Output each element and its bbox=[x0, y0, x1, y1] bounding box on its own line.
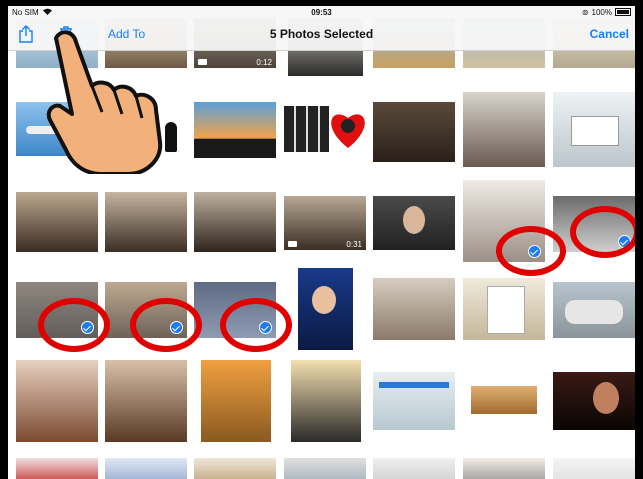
ipad-screen: 0:12 0:31 No SIM 09:53 ⊚ 100% Add To 5 P… bbox=[8, 6, 635, 479]
photo-thumbnail[interactable] bbox=[105, 360, 187, 442]
pointing-hand-icon bbox=[46, 30, 163, 174]
clock: 09:53 bbox=[311, 7, 332, 17]
photo-thumbnail[interactable] bbox=[284, 106, 329, 152]
photo-thumbnail[interactable] bbox=[284, 458, 366, 479]
video-thumbnail[interactable]: 0:31 bbox=[284, 196, 366, 250]
rotation-lock-icon: ⊚ bbox=[581, 7, 589, 17]
photo-thumbnail[interactable] bbox=[201, 360, 271, 442]
video-duration: 0:12 bbox=[256, 58, 272, 67]
photo-thumbnail[interactable] bbox=[16, 192, 98, 252]
photo-thumbnail[interactable] bbox=[373, 196, 455, 250]
carrier-label: No SIM bbox=[12, 7, 39, 17]
photo-thumbnail[interactable] bbox=[291, 360, 361, 442]
photo-thumbnail[interactable] bbox=[463, 278, 545, 340]
annotation-ring bbox=[130, 298, 202, 352]
photo-thumbnail[interactable] bbox=[16, 458, 98, 479]
photo-thumbnail[interactable] bbox=[105, 192, 187, 252]
photo-thumbnail[interactable] bbox=[463, 372, 545, 430]
video-camera-icon bbox=[288, 241, 297, 247]
annotation-ring bbox=[570, 206, 635, 258]
photo-thumbnail[interactable] bbox=[373, 102, 455, 162]
battery-icon bbox=[614, 8, 631, 16]
wifi-icon bbox=[42, 8, 52, 17]
battery-percent: 100% bbox=[591, 7, 612, 17]
photo-thumbnail[interactable] bbox=[194, 102, 276, 158]
photo-thumbnail[interactable] bbox=[553, 458, 635, 479]
video-camera-icon bbox=[198, 59, 207, 65]
photo-thumbnail[interactable] bbox=[553, 92, 635, 167]
photo-thumbnail[interactable] bbox=[194, 192, 276, 252]
cancel-button[interactable]: Cancel bbox=[590, 27, 629, 41]
annotation-ring bbox=[220, 298, 292, 352]
annotation-ring bbox=[496, 226, 566, 276]
photo-thumbnail[interactable] bbox=[373, 372, 455, 430]
photo-thumbnail[interactable] bbox=[553, 282, 635, 338]
photo-thumbnail[interactable] bbox=[16, 360, 98, 442]
photo-thumbnail[interactable] bbox=[463, 92, 545, 167]
status-bar: No SIM 09:53 ⊚ 100% bbox=[8, 6, 635, 18]
photo-thumbnail[interactable] bbox=[194, 458, 276, 479]
video-duration: 0:31 bbox=[346, 240, 362, 249]
photo-thumbnail[interactable] bbox=[463, 458, 545, 479]
heart-photo[interactable] bbox=[328, 106, 368, 152]
photo-thumbnail[interactable] bbox=[373, 458, 455, 479]
photo-thumbnail[interactable] bbox=[553, 372, 635, 430]
annotation-ring bbox=[38, 298, 110, 352]
photo-thumbnail[interactable] bbox=[373, 278, 455, 340]
photo-thumbnail[interactable] bbox=[298, 268, 353, 350]
photo-thumbnail[interactable] bbox=[105, 458, 187, 479]
